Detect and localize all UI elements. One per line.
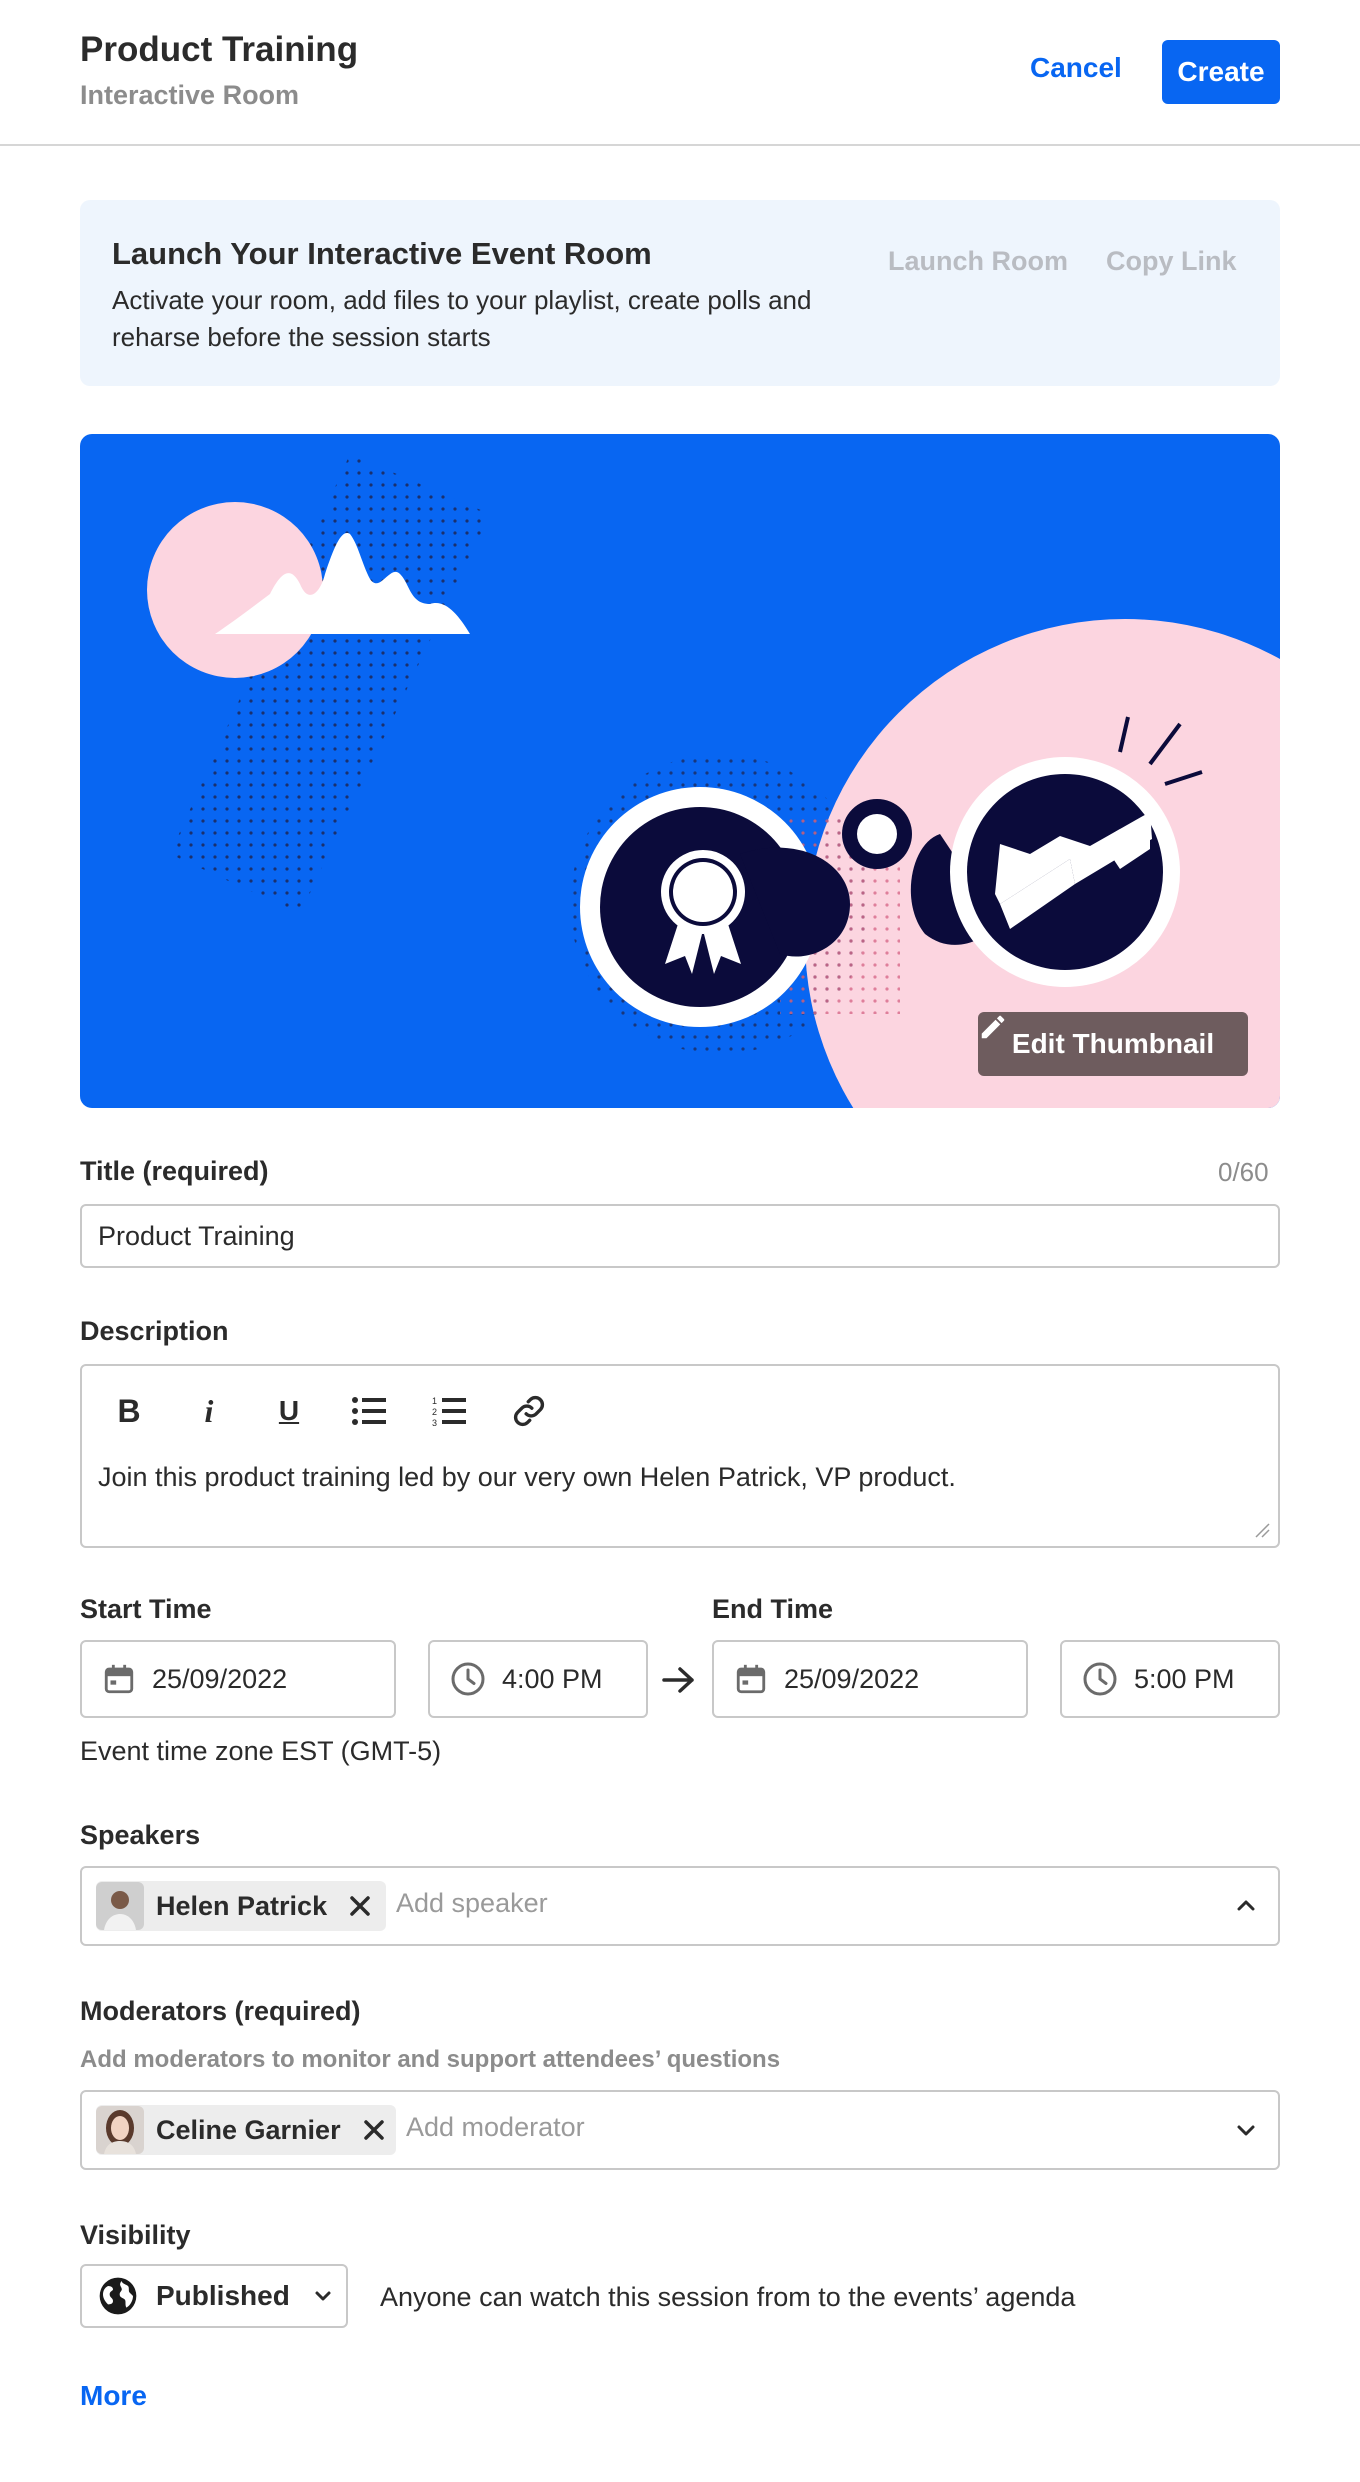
- numbered-list-icon[interactable]: 1 2 3: [424, 1386, 474, 1436]
- moderator-chip: Celine Garnier: [96, 2105, 396, 2155]
- visibility-value: Published: [156, 2280, 290, 2311]
- moderator-avatar-image: [96, 2106, 144, 2154]
- copy-link-button[interactable]: Copy Link: [1106, 246, 1237, 277]
- start-time-value: 4:00 PM: [502, 1663, 603, 1694]
- visibility-select[interactable]: Published: [80, 2264, 348, 2328]
- speakers-label: Speakers: [80, 1820, 201, 1850]
- page-title: Product Training: [80, 30, 359, 69]
- link-glyph: [513, 1395, 545, 1427]
- start-time-field[interactable]: 4:00 PM: [428, 1640, 648, 1718]
- svg-text:3: 3: [432, 1418, 437, 1427]
- svg-text:1: 1: [432, 1396, 437, 1406]
- bullet-list-glyph: [352, 1397, 386, 1425]
- banner-description: Activate your room, add files to your pl…: [112, 285, 812, 352]
- chevron-down-icon: [315, 2291, 331, 2301]
- launch-room-banner: Launch Your Interactive Event Room Activ…: [80, 200, 1280, 386]
- remove-moderator-icon[interactable]: [359, 2115, 389, 2145]
- visibility-description: Anyone can watch this session from to th…: [380, 2282, 1076, 2312]
- svg-text:2: 2: [432, 1407, 437, 1417]
- resize-handle-icon[interactable]: [1254, 1522, 1270, 1538]
- moderator-name: Celine Garnier: [156, 2114, 341, 2145]
- cancel-button[interactable]: Cancel: [1030, 52, 1122, 84]
- speaker-name: Helen Patrick: [156, 1890, 328, 1921]
- avatar: [96, 1882, 144, 1930]
- end-date-field[interactable]: 25/09/2022: [712, 1640, 1028, 1718]
- italic-icon[interactable]: i: [184, 1386, 234, 1436]
- moderators-hint: Add moderators to monitor and support at…: [80, 2046, 781, 2073]
- more-link[interactable]: More: [80, 2380, 147, 2412]
- page-subtitle: Interactive Room: [80, 80, 300, 110]
- start-time-label: Start Time: [80, 1594, 212, 1624]
- timezone-text: Event time zone EST (GMT-5): [80, 1736, 442, 1766]
- numbered-list-glyph: 1 2 3: [432, 1396, 466, 1427]
- end-time-label: End Time: [712, 1594, 834, 1624]
- bullet-list-icon[interactable]: [344, 1386, 394, 1436]
- end-date-value: 25/09/2022: [784, 1663, 920, 1694]
- description-text: Join this product training led by our ve…: [98, 1462, 956, 1492]
- moderators-select[interactable]: Celine Garnier Add moderator: [80, 2090, 1280, 2170]
- pencil-icon: [981, 1015, 1005, 1039]
- calendar-icon: [104, 1664, 134, 1694]
- clock-icon: [451, 1662, 485, 1696]
- start-date-field[interactable]: 25/09/2022: [80, 1640, 396, 1718]
- underline-icon[interactable]: U: [264, 1386, 314, 1436]
- title-label: Title (required): [80, 1156, 269, 1186]
- speaker-chip: Helen Patrick: [96, 1881, 386, 1931]
- speaker-avatar-image: [96, 1882, 144, 1930]
- page-header: Product Training Interactive Room Cancel…: [0, 0, 1360, 146]
- calendar-icon: [736, 1664, 766, 1694]
- end-time-field[interactable]: 5:00 PM: [1060, 1640, 1280, 1718]
- banner-title: Launch Your Interactive Event Room: [112, 236, 652, 271]
- description-editor[interactable]: B i U 1 2 3 Join this product training l…: [80, 1364, 1280, 1548]
- end-time-value: 5:00 PM: [1134, 1663, 1235, 1694]
- create-button[interactable]: Create: [1162, 40, 1280, 104]
- event-thumbnail: Edit Thumbnail: [80, 434, 1280, 1108]
- title-input[interactable]: [80, 1204, 1280, 1268]
- launch-room-button[interactable]: Launch Room: [888, 246, 1068, 277]
- edit-thumbnail-label: Edit Thumbnail: [1011, 1028, 1215, 1059]
- start-date-value: 25/09/2022: [152, 1663, 288, 1694]
- add-speaker-placeholder[interactable]: Add speaker: [396, 1888, 548, 1919]
- link-icon[interactable]: [504, 1386, 554, 1436]
- chevron-down-icon[interactable]: [1236, 2124, 1256, 2138]
- description-label: Description: [80, 1316, 229, 1346]
- avatar: [96, 2106, 144, 2154]
- title-char-counter: 0/60: [1218, 1157, 1269, 1187]
- thumbnail-illustration: [147, 454, 1280, 1108]
- add-moderator-placeholder[interactable]: Add moderator: [406, 2112, 585, 2143]
- bold-icon[interactable]: B: [104, 1386, 154, 1436]
- arrow-right-icon: [662, 1667, 694, 1693]
- moderators-label: Moderators (required): [80, 1996, 361, 2026]
- remove-speaker-icon[interactable]: [345, 1891, 375, 1921]
- globe-icon: [99, 2277, 137, 2315]
- edit-thumbnail-button[interactable]: Edit Thumbnail: [978, 1012, 1248, 1076]
- clock-icon: [1083, 1662, 1117, 1696]
- chevron-up-icon[interactable]: [1236, 1898, 1256, 1912]
- visibility-label: Visibility: [80, 2220, 191, 2250]
- speakers-select[interactable]: Helen Patrick Add speaker: [80, 1866, 1280, 1946]
